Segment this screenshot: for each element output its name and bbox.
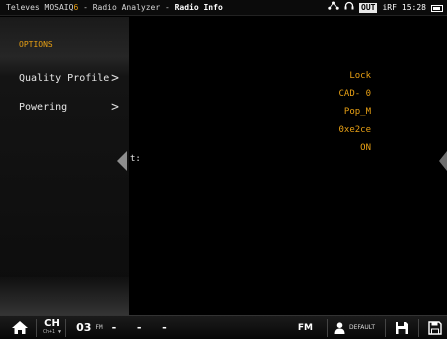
frequency-placeholder: - - - (110, 321, 174, 334)
field-label: t: (130, 154, 141, 164)
title-bar: Televes MOSAIQ6 - Radio Analyzer - Radio… (0, 0, 447, 16)
channel-number[interactable]: 03 (76, 321, 91, 334)
output-indicator: OUT (359, 3, 378, 13)
save-as-icon[interactable] (423, 317, 447, 339)
page-title: Radio Info (174, 3, 223, 12)
input-indicator: iRF (382, 3, 397, 12)
bottom-status-bar: CH Ch+1 ▼ 03 FM - - - FM DEFAULT (0, 315, 447, 339)
collapse-sidebar-tab[interactable] (117, 151, 127, 171)
ch-label: CH (44, 317, 60, 329)
chevron-right-icon: > (111, 71, 119, 86)
app-name: - Radio Analyzer - (78, 3, 175, 12)
options-sidebar: OPTIONS Quality Profile > Powering > (0, 17, 129, 315)
channel-selector[interactable]: CH Ch+1 ▼ (43, 317, 62, 336)
chevron-right-icon: > (111, 100, 119, 115)
ch-sublabel: Ch+1 ▼ (43, 328, 62, 335)
clock: 15:28 (401, 3, 426, 12)
profile-name[interactable]: DEFAULT (349, 324, 375, 331)
sidebar-footer (0, 277, 129, 315)
program-type: Pop_M (343, 107, 371, 117)
band-label: FM (95, 324, 103, 331)
headphones-icon (344, 0, 354, 16)
menu-item-label: Quality Profile (19, 73, 110, 84)
battery-icon (431, 4, 443, 12)
divider (36, 318, 37, 337)
band-indicator: FM (297, 322, 313, 333)
divider (418, 318, 419, 337)
brand-name: Televes MOSAIQ (6, 3, 74, 12)
pi-code: 0xe2ce (338, 125, 371, 135)
home-icon[interactable] (8, 316, 32, 339)
save-icon[interactable] (390, 317, 414, 339)
lock-status: Lock (349, 71, 371, 81)
menu-item-quality-profile[interactable]: Quality Profile > (19, 71, 119, 86)
network-icon (328, 0, 339, 16)
divider (327, 318, 328, 337)
divider (385, 318, 386, 337)
divider (65, 318, 67, 337)
radio-info-values: Lock CAD- 0 Pop_M 0xe2ce ON (338, 70, 371, 160)
user-icon[interactable] (332, 321, 346, 335)
channel-value: CAD- 0 (338, 89, 371, 99)
expand-right-panel-tab[interactable] (439, 151, 447, 171)
menu-item-label: Powering (19, 102, 68, 113)
menu-item-powering[interactable]: Powering > (19, 100, 119, 115)
rds-status: ON (360, 143, 371, 153)
app-title: Televes MOSAIQ6 - Radio Analyzer - Radio… (6, 0, 223, 16)
options-heading: OPTIONS (19, 40, 53, 49)
